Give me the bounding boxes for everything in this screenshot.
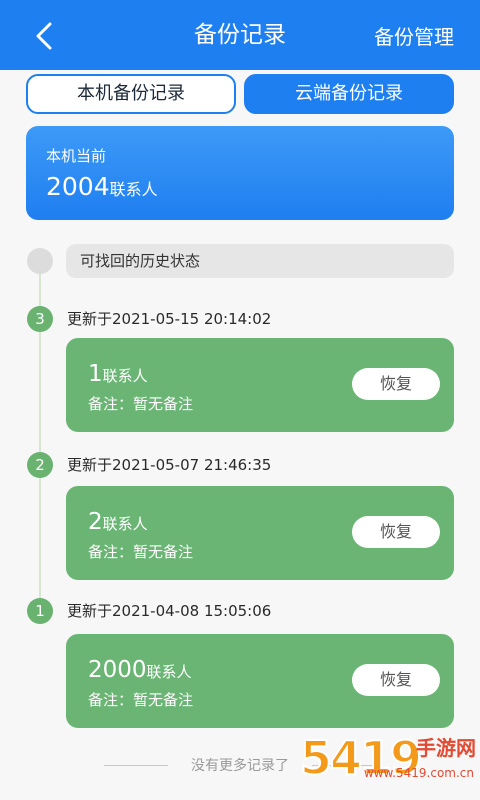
- record-note: 备注：暂无备注: [88, 691, 194, 709]
- record-count: 2联系人: [88, 508, 148, 536]
- watermark-text: 手游网: [416, 736, 476, 760]
- summary-count-unit: 联系人: [109, 180, 158, 199]
- record-count: 1联系人: [88, 360, 148, 388]
- record-time: 更新于2021-05-15 20:14:02: [67, 310, 272, 328]
- backup-tabs: 本机备份记录 云端备份记录: [26, 74, 454, 114]
- backup-record-card: 2联系人 备注：暂无备注 恢复: [66, 486, 454, 580]
- backup-record-card: 2000联系人 备注：暂无备注 恢复: [66, 634, 454, 728]
- watermark-domain: www.5419.com.cn: [363, 766, 474, 780]
- summary-label: 本机当前: [46, 147, 107, 165]
- step-badge: 3: [27, 306, 53, 332]
- restore-button[interactable]: 恢复: [352, 368, 440, 400]
- record-count-unit: 联系人: [102, 367, 148, 385]
- app-header: 备份记录 备份管理: [0, 0, 480, 70]
- summary-count-number: 2004: [46, 172, 110, 201]
- record-count-unit: 联系人: [146, 663, 192, 681]
- record-count-number: 2000: [88, 657, 147, 683]
- back-button[interactable]: [24, 16, 64, 56]
- restore-button[interactable]: 恢复: [352, 664, 440, 696]
- history-header: 可找回的历史状态: [66, 244, 454, 278]
- record-note: 备注：暂无备注: [88, 395, 194, 413]
- tab-cloud-backup[interactable]: 云端备份记录: [244, 74, 454, 114]
- record-time: 更新于2021-04-08 15:05:06: [67, 602, 272, 620]
- history-dot: [27, 248, 53, 274]
- summary-count: 2004联系人: [46, 172, 158, 202]
- restore-button[interactable]: 恢复: [352, 516, 440, 548]
- record-time: 更新于2021-05-07 21:46:35: [67, 456, 272, 474]
- step-badge: 1: [27, 598, 53, 624]
- site-watermark-logo: 5419 手游网 www.5419.com.cn: [299, 726, 480, 800]
- record-count-unit: 联系人: [102, 515, 148, 533]
- record-note: 备注：暂无备注: [88, 543, 194, 561]
- record-count: 2000联系人: [88, 656, 192, 684]
- step-badge: 2: [27, 452, 53, 478]
- backup-manage-button[interactable]: 备份管理: [374, 24, 454, 50]
- tab-local-backup[interactable]: 本机备份记录: [26, 74, 236, 114]
- chevron-left-icon: [36, 22, 52, 50]
- record-count-number: 1: [88, 361, 103, 387]
- backup-record-card: 1联系人 备注：暂无备注 恢复: [66, 338, 454, 432]
- current-contacts-card: 本机当前 2004联系人: [26, 126, 454, 220]
- record-count-number: 2: [88, 509, 103, 535]
